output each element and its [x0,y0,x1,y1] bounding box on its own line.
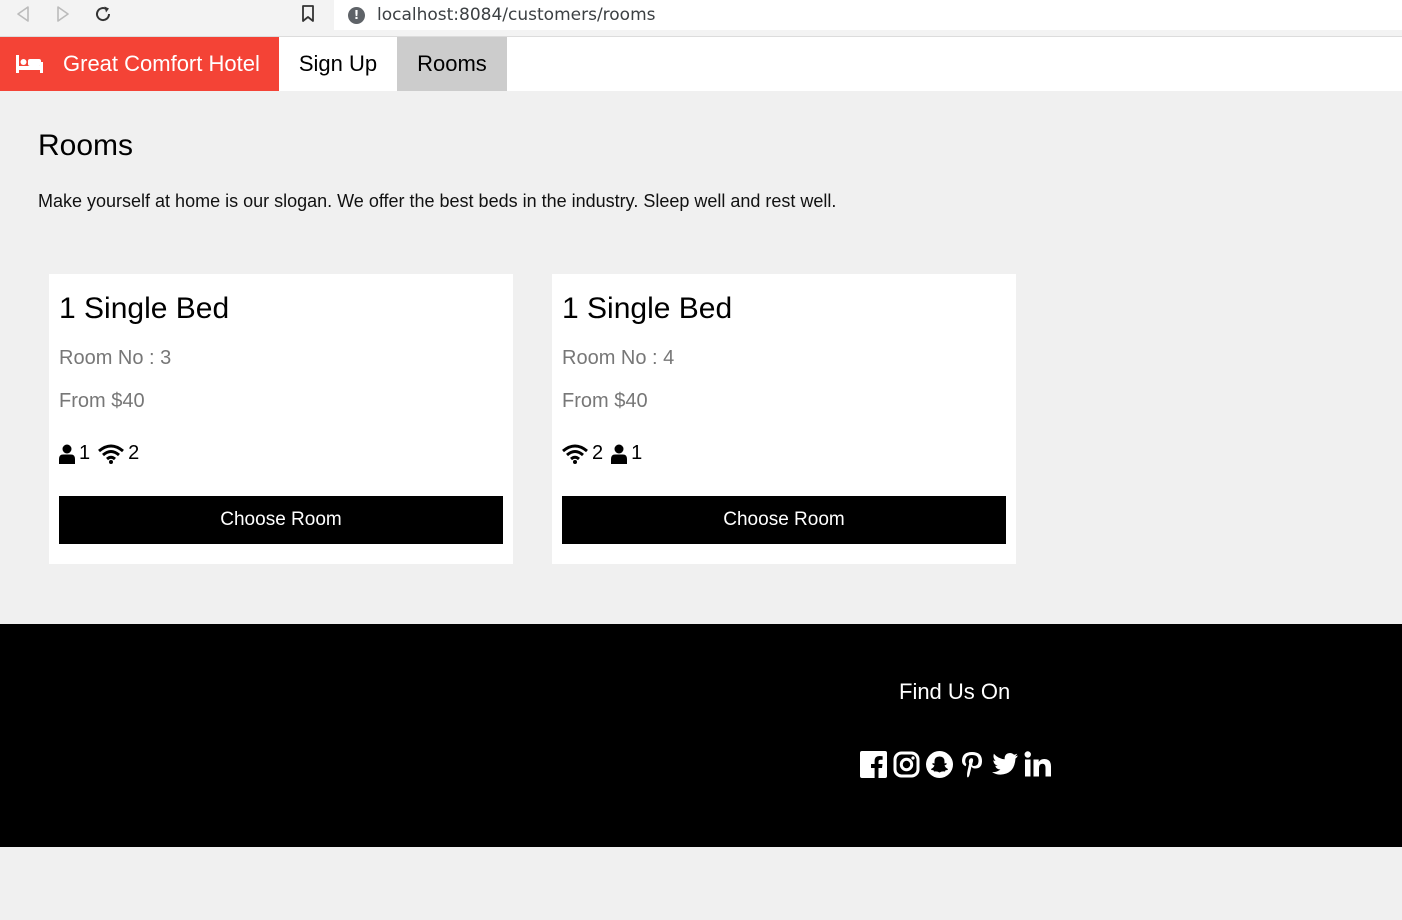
facebook-icon[interactable] [859,750,887,778]
address-bar[interactable]: ! localhost:8084/customers/rooms [334,0,1402,30]
choose-room-button[interactable]: Choose Room [562,496,1006,544]
choose-room-button[interactable]: Choose Room [59,496,503,544]
forward-icon[interactable] [52,3,74,25]
brand-name: Great Comfort Hotel [63,51,260,76]
guests-count: 1 [79,442,91,464]
wifi-amenity: 2 [562,442,603,465]
social-links [859,750,1057,778]
bed-icon [16,55,43,73]
pinterest-icon[interactable] [958,750,986,778]
wifi-icon [562,444,588,464]
room-number: Room No : 3 [59,347,172,369]
page-title: Rooms [38,129,134,162]
site-info-icon[interactable]: ! [348,6,365,24]
room-card: 1 Single Bed Room No : 3 From $40 1 2 Ch… [49,274,513,564]
top-navigation: Great Comfort Hotel Sign Up Rooms [0,37,1402,91]
footer: Find Us On [0,624,1402,847]
browser-toolbar: ! localhost:8084/customers/rooms [0,0,1402,37]
instagram-icon[interactable] [892,750,920,778]
room-number: Room No : 4 [562,347,675,369]
room-amenities: 2 1 [562,442,650,465]
user-icon [611,444,628,464]
brand-link[interactable]: Great Comfort Hotel [0,37,279,91]
snapchat-icon[interactable] [925,750,953,778]
guests-amenity: 1 [611,442,642,465]
nav-link-rooms[interactable]: Rooms [397,37,507,91]
wifi-amenity: 2 [98,442,139,465]
user-icon [59,444,75,464]
find-us-heading: Find Us On [899,679,1011,704]
linkedin-icon[interactable] [1024,750,1052,778]
room-price: From $40 [562,390,648,412]
guests-count: 1 [631,442,643,464]
twitter-icon[interactable] [991,750,1019,778]
guests-amenity: 1 [59,442,90,465]
room-amenities: 1 2 [59,442,147,465]
room-title: 1 Single Bed [562,292,733,325]
reload-icon[interactable] [92,3,114,25]
bookmark-icon[interactable] [297,3,319,25]
back-icon[interactable] [12,3,34,25]
slogan-text: Make yourself at home is our slogan. We … [38,191,837,211]
nav-link-sign-up[interactable]: Sign Up [279,37,397,91]
wifi-count: 2 [128,442,140,464]
url-text: localhost:8084/customers/rooms [377,5,656,25]
wifi-icon [98,444,125,464]
room-card: 1 Single Bed Room No : 4 From $40 2 1 Ch… [552,274,1016,564]
wifi-count: 2 [592,442,604,464]
room-title: 1 Single Bed [59,292,230,325]
room-price: From $40 [59,390,145,412]
